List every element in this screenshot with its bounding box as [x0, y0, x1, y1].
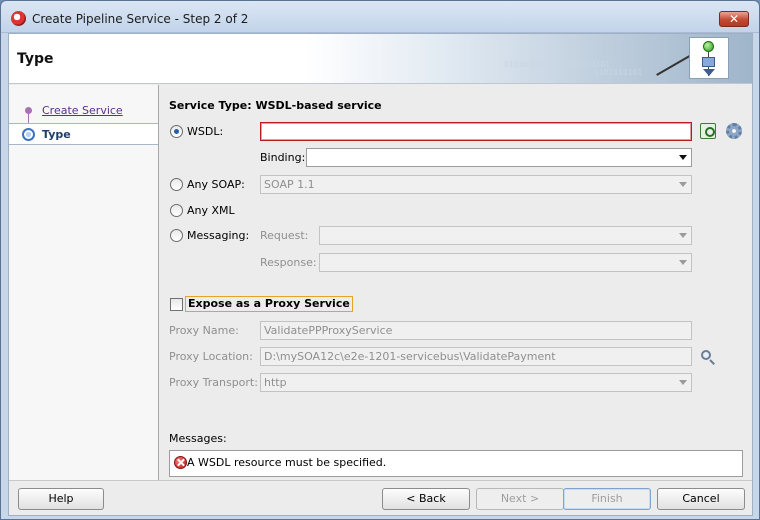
any-xml-label: Any XML: [187, 204, 235, 217]
help-button[interactable]: Help: [18, 488, 104, 510]
banner-decoration: [656, 54, 692, 76]
messaging-label: Messaging:: [187, 229, 250, 242]
proxy-transport-value: http: [264, 376, 287, 389]
window-title: Create Pipeline Service - Step 2 of 2: [32, 12, 249, 26]
step-create-service[interactable]: Create Service: [9, 100, 158, 128]
chevron-down-icon: [679, 182, 687, 187]
wsdl-input[interactable]: [260, 122, 692, 141]
proxy-location-input[interactable]: D:\mySOA12c\e2e-1201-servicebus\Validate…: [260, 347, 692, 366]
search-icon-handle: [709, 359, 715, 365]
proxy-location-label: Proxy Location:: [169, 350, 253, 363]
proxy-transport-label: Proxy Transport:: [169, 376, 258, 389]
search-icon[interactable]: [700, 349, 716, 365]
section-title: Service Type: WSDL-based service: [169, 99, 382, 112]
pipeline-arrow-icon: [703, 69, 715, 76]
browse-wsdl-icon[interactable]: [700, 123, 716, 139]
messages-label: Messages:: [169, 432, 227, 445]
response-select[interactable]: [319, 253, 692, 272]
app-icon: [11, 11, 26, 26]
chevron-down-icon: [679, 260, 687, 265]
pipeline-wizard-icon: [689, 37, 729, 79]
soap-version-select[interactable]: SOAP 1.1: [260, 175, 692, 194]
binding-label: Binding:: [260, 151, 306, 164]
proxy-name-label: Proxy Name:: [169, 324, 239, 337]
request-select[interactable]: [319, 226, 692, 245]
footer-separator: [9, 480, 752, 481]
step-type[interactable]: Type: [9, 123, 158, 145]
finish-button[interactable]: Finish: [563, 488, 651, 510]
next-button[interactable]: Next >: [476, 488, 564, 510]
step-create-service-label[interactable]: Create Service: [42, 104, 123, 117]
expose-proxy-checkbox[interactable]: [170, 298, 183, 311]
any-xml-radio[interactable]: [170, 204, 183, 217]
main-panel: Service Type: WSDL-based service WSDL: B…: [160, 85, 752, 480]
back-button[interactable]: < Back: [382, 488, 470, 510]
wsdl-radio[interactable]: [170, 125, 183, 138]
banner-binary-text-2: 0101010101: [594, 68, 643, 77]
step-visited-icon: [25, 107, 32, 114]
wizard-steps-panel: Create Service Type: [9, 85, 159, 480]
response-label: Response:: [260, 256, 317, 269]
pipeline-stage-icon: [702, 57, 715, 67]
error-message: A WSDL resource must be specified.: [187, 456, 387, 469]
wsdl-label: WSDL:: [187, 125, 224, 138]
proxy-transport-select[interactable]: http: [260, 373, 692, 392]
page-title: Type: [17, 51, 54, 67]
chevron-down-icon: [679, 155, 687, 160]
cancel-button[interactable]: Cancel: [657, 488, 745, 510]
any-soap-radio[interactable]: [170, 178, 183, 191]
proxy-name-input[interactable]: ValidatePPProxyService: [260, 321, 692, 340]
any-soap-label: Any SOAP:: [187, 178, 245, 191]
dialog-content: Type 0101010101010101010101 0101010101 C…: [8, 33, 753, 516]
request-label: Request:: [260, 229, 309, 242]
step-current-icon: [22, 128, 35, 141]
header-banner: Type 0101010101010101010101 0101010101: [9, 34, 752, 84]
messaging-radio[interactable]: [170, 229, 183, 242]
chevron-down-icon: [679, 380, 687, 385]
title-bar[interactable]: Create Pipeline Service - Step 2 of 2 ✕: [1, 1, 759, 33]
expose-proxy-label[interactable]: Expose as a Proxy Service: [185, 296, 353, 312]
messages-box: A WSDL resource must be specified.: [169, 450, 743, 477]
dialog-window: Create Pipeline Service - Step 2 of 2 ✕ …: [0, 0, 760, 520]
error-icon: [174, 456, 187, 469]
search-icon-lens: [701, 350, 711, 360]
binding-select[interactable]: [306, 148, 692, 167]
soap-version-value: SOAP 1.1: [264, 178, 315, 191]
chevron-down-icon: [679, 233, 687, 238]
close-button[interactable]: ✕: [719, 11, 749, 27]
step-type-label: Type: [42, 128, 71, 141]
gear-icon[interactable]: [726, 123, 742, 139]
pipeline-start-icon: [703, 41, 714, 52]
